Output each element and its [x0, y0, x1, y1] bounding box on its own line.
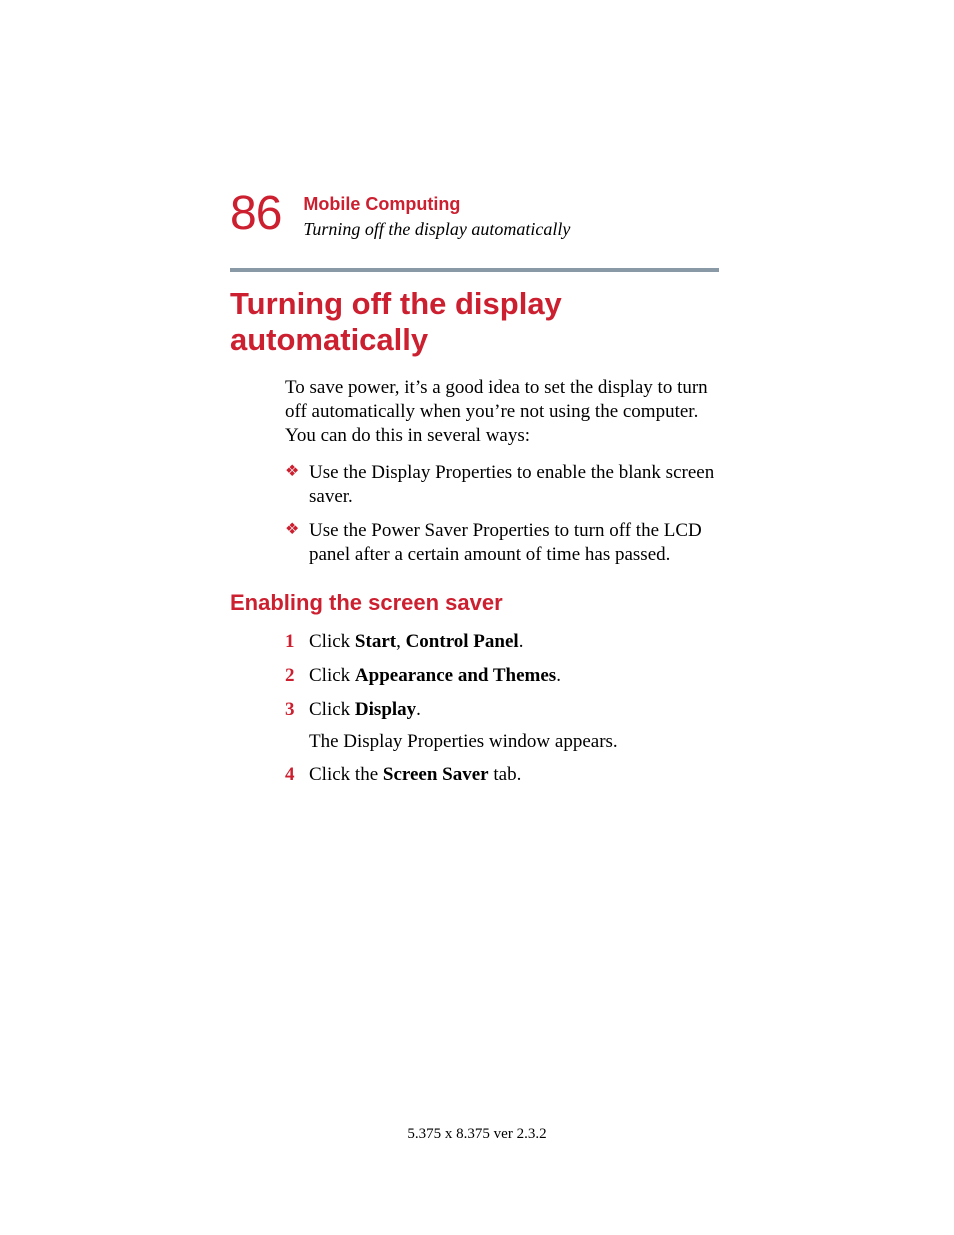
- step-bold: Control Panel: [406, 631, 519, 652]
- step-number: 2: [285, 664, 295, 688]
- section-subtitle: Turning off the display automatically: [303, 219, 570, 240]
- step-text-pre: Click the: [309, 764, 383, 785]
- step-bold: Screen Saver: [383, 764, 489, 785]
- step-bold: Display: [355, 699, 416, 720]
- step-text-post: .: [519, 631, 524, 652]
- list-item: 1 Click Start, Control Panel.: [309, 630, 719, 654]
- sub-heading: Enabling the screen saver: [230, 590, 719, 616]
- chapter-title: Mobile Computing: [303, 194, 570, 215]
- list-item: 2 Click Appearance and Themes.: [309, 664, 719, 688]
- bullet-list: Use the Display Properties to enable the…: [285, 461, 719, 566]
- numbered-list: 1 Click Start, Control Panel. 2 Click Ap…: [285, 630, 719, 787]
- step-text-pre: Click: [309, 699, 355, 720]
- page-header: 86 Mobile Computing Turning off the disp…: [230, 190, 719, 240]
- step-bold: Start: [355, 631, 396, 652]
- list-item: 4 Click the Screen Saver tab.: [309, 763, 719, 787]
- section-heading: Turning off the display automatically: [230, 286, 719, 358]
- page-footer: 5.375 x 8.375 ver 2.3.2: [0, 1126, 954, 1143]
- list-item: 3 Click Display. The Display Properties …: [309, 698, 719, 754]
- body-content: To save power, it’s a good idea to set t…: [230, 376, 719, 566]
- step-text-post: tab.: [489, 764, 522, 785]
- document-page: 86 Mobile Computing Turning off the disp…: [0, 0, 954, 1235]
- header-titles: Mobile Computing Turning off the display…: [303, 190, 570, 240]
- intro-paragraph: To save power, it’s a good idea to set t…: [285, 376, 719, 447]
- step-number: 4: [285, 763, 295, 787]
- step-subtext: The Display Properties window appears.: [309, 730, 719, 754]
- list-item: Use the Display Properties to enable the…: [309, 461, 719, 509]
- step-bold: Appearance and Themes: [355, 665, 556, 686]
- list-item: Use the Power Saver Properties to turn o…: [309, 519, 719, 567]
- step-text-pre: Click: [309, 631, 355, 652]
- page-number: 86: [230, 190, 281, 238]
- step-text-post: .: [416, 699, 421, 720]
- step-text-pre: Click: [309, 665, 355, 686]
- step-text-mid: ,: [396, 631, 406, 652]
- divider: [230, 268, 719, 272]
- steps-block: 1 Click Start, Control Panel. 2 Click Ap…: [230, 630, 719, 787]
- step-number: 3: [285, 698, 295, 722]
- step-number: 1: [285, 630, 295, 654]
- step-text-post: .: [556, 665, 561, 686]
